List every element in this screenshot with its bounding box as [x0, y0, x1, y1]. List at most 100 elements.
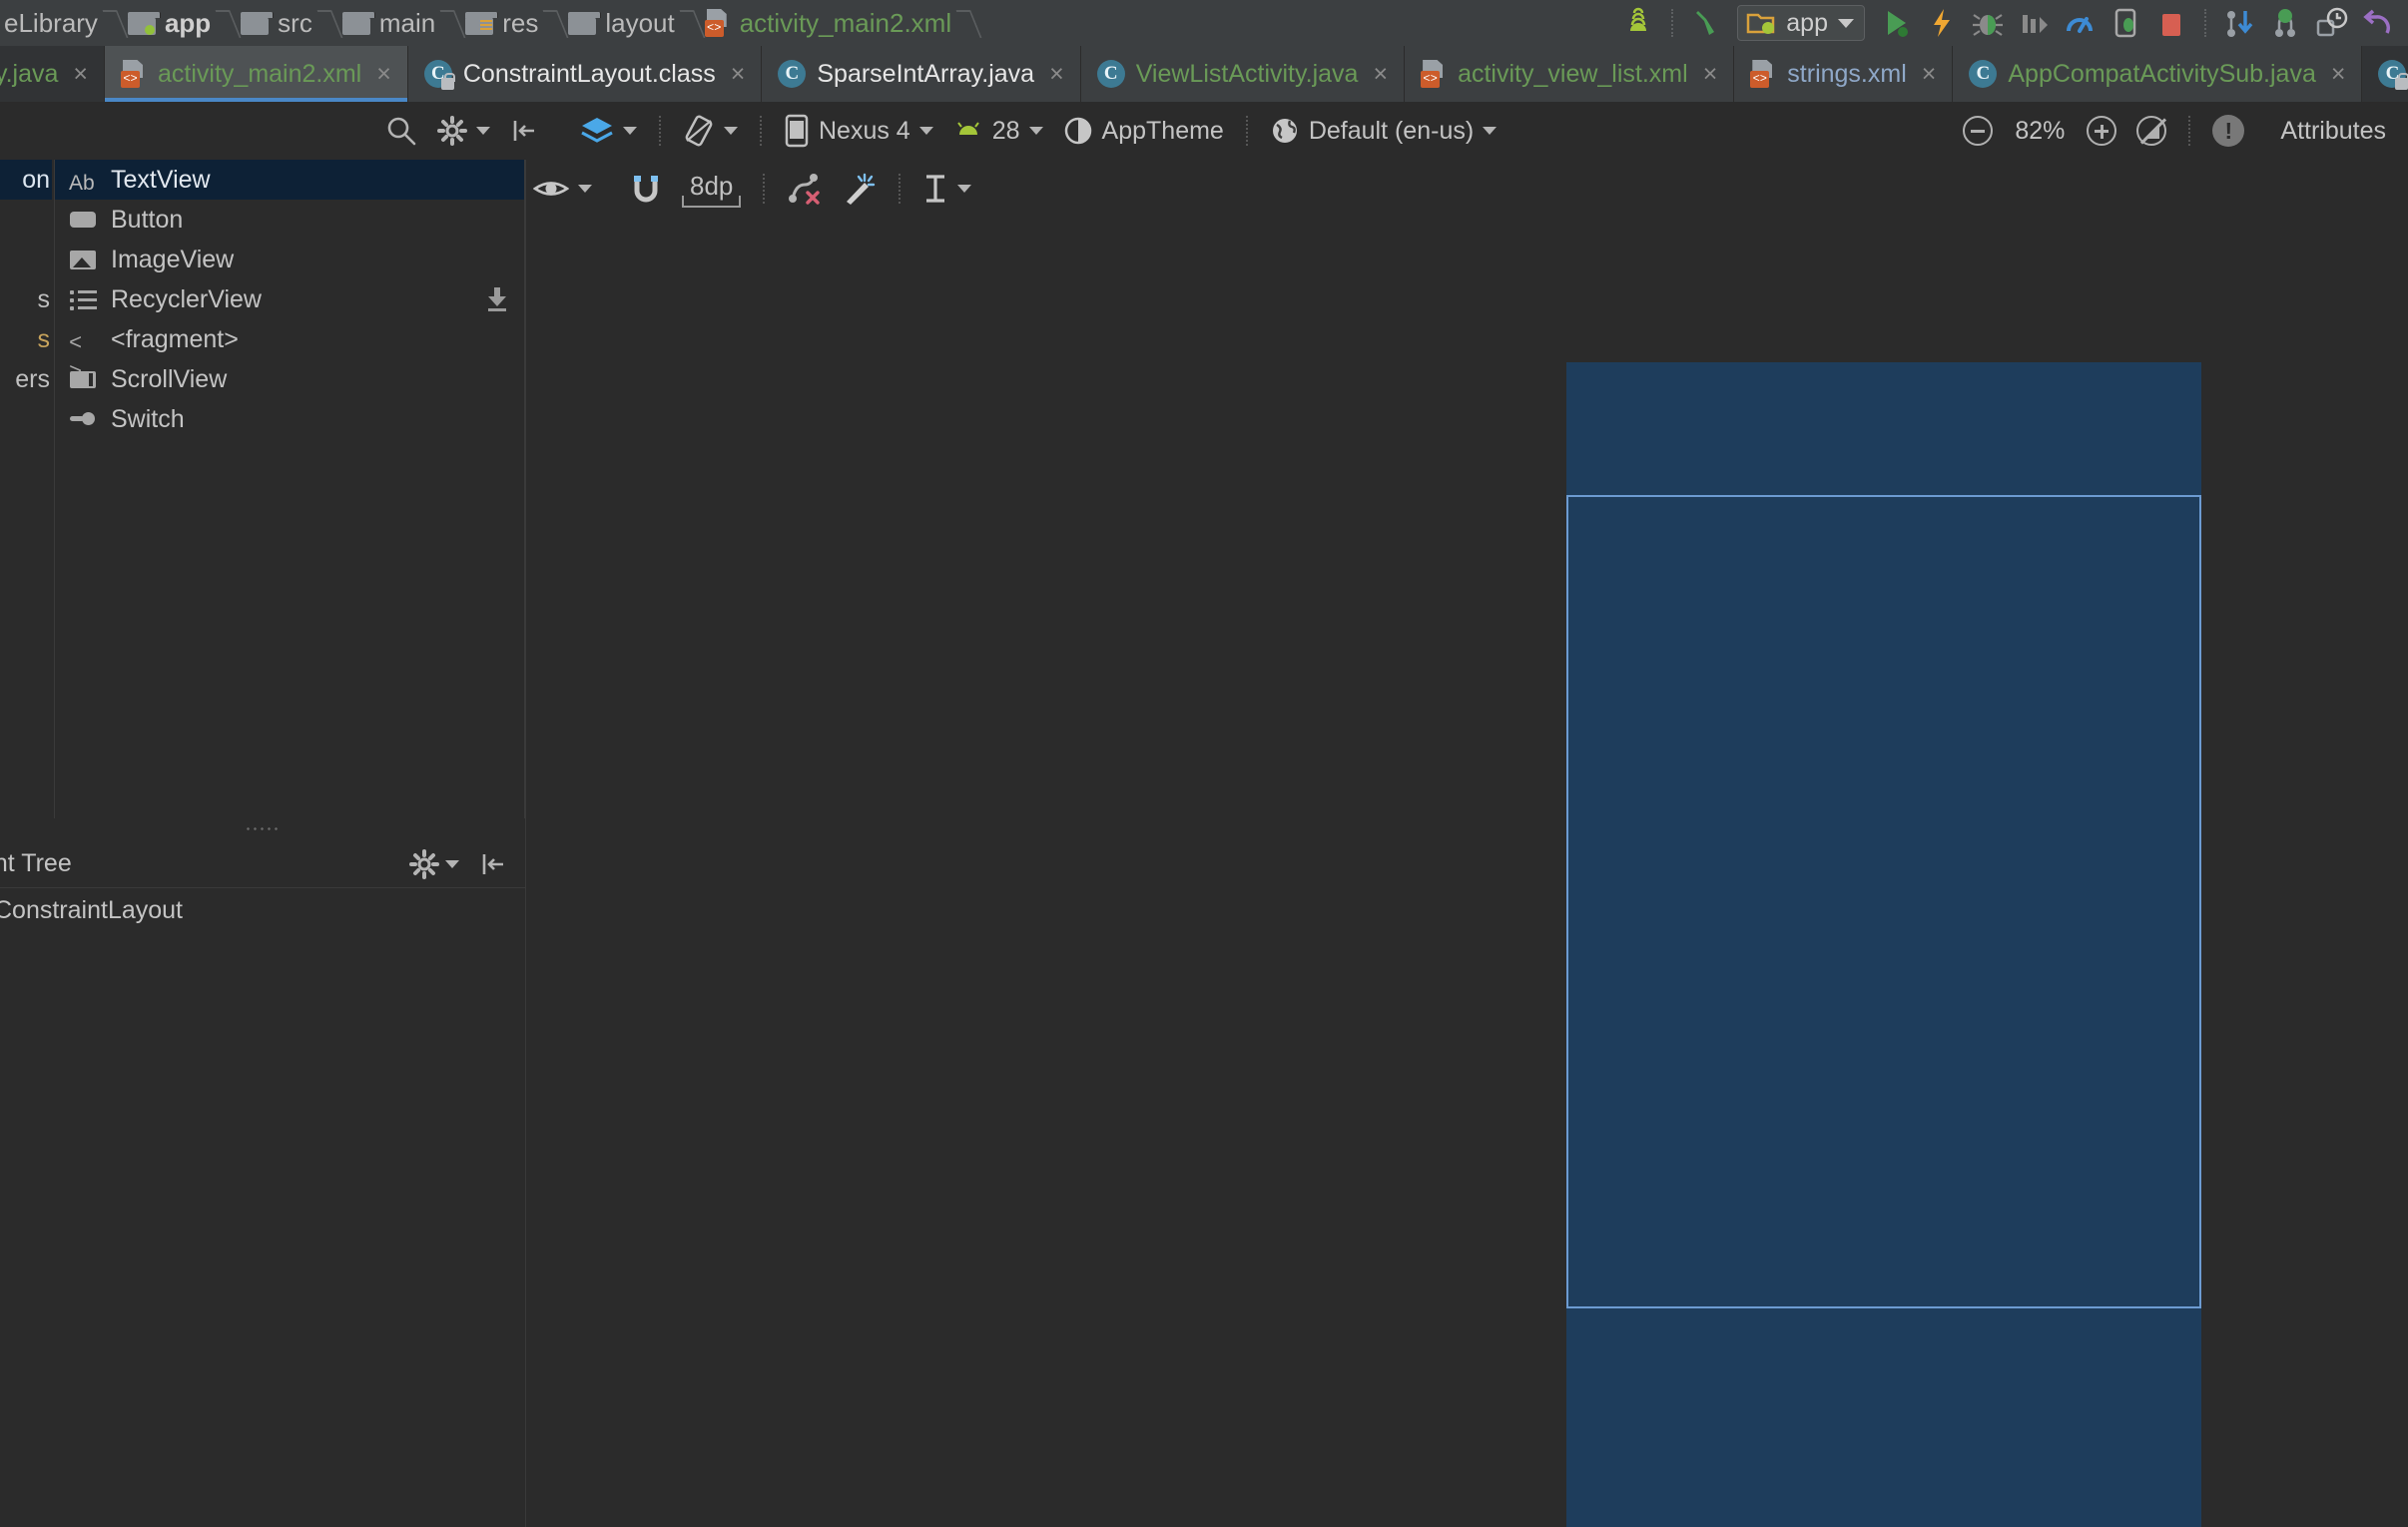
breadcrumb-item-res[interactable]: res [461, 0, 544, 46]
palette-category-row[interactable] [0, 200, 52, 240]
breadcrumb-item-app[interactable]: app [124, 0, 217, 46]
apply-changes-icon[interactable] [1919, 2, 1965, 44]
run-configuration-selector[interactable]: app [1737, 5, 1865, 41]
close-icon[interactable]: × [1049, 60, 1064, 89]
chevron-down-icon [1483, 127, 1498, 135]
close-icon[interactable]: × [376, 60, 391, 89]
editor-tab-constraintlayout-class[interactable]: C ConstraintLayout.class × [407, 46, 763, 102]
palette-category-row[interactable]: s [0, 319, 52, 359]
vcs-history-icon[interactable] [2308, 2, 2354, 44]
make-project-icon[interactable] [1683, 2, 1729, 44]
editor-tab-bar: ty.java × <> activity_main2.xml × C Cons… [0, 46, 2408, 102]
toolbar-divider [760, 116, 762, 146]
palette-item-scrollview[interactable]: ScrollView [55, 359, 524, 399]
breadcrumb-label: activity_main2.xml [739, 7, 952, 38]
breadcrumb-item-main[interactable]: main [338, 0, 441, 46]
close-icon[interactable]: × [1703, 60, 1718, 89]
breadcrumb-item-layout[interactable]: layout [564, 0, 680, 46]
close-icon[interactable]: × [1373, 60, 1388, 89]
api-level-label: 28 [991, 116, 1020, 145]
design-surface-mode-selector[interactable] [570, 102, 647, 160]
run-button[interactable] [1873, 2, 1919, 44]
autoconnect-button[interactable] [620, 160, 672, 218]
zoom-in-button[interactable] [2077, 102, 2126, 160]
infer-constraints-button[interactable] [833, 160, 887, 218]
view-options-button[interactable] [523, 160, 602, 218]
tab-label: SparseIntArray.java [817, 59, 1035, 88]
clear-constraints-button[interactable] [777, 160, 833, 218]
component-tree-node-label: ConstraintLayout [0, 895, 184, 924]
palette-gear-icon[interactable] [427, 102, 500, 160]
component-tree-node-constraintlayout[interactable]: ConstraintLayout [0, 888, 525, 932]
editor-tab-activity-view-list-xml[interactable]: <> activity_view_list.xml × [1405, 46, 1735, 102]
editor-tab-appcompat-truncated[interactable]: C AppCo [2362, 46, 2408, 102]
close-icon[interactable]: × [1922, 60, 1937, 89]
debug-button[interactable] [1965, 2, 2011, 44]
device-selector[interactable]: Nexus 4 [774, 102, 943, 160]
guidelines-button[interactable] [912, 160, 981, 218]
toolbar-divider [1245, 116, 1248, 146]
close-icon[interactable]: × [2331, 60, 2346, 89]
selected-component-outline[interactable] [1566, 495, 2201, 1308]
palette-item-button[interactable]: Button [55, 200, 524, 240]
editor-tab-sparseintarray-java[interactable]: C SparseIntArray.java × [762, 46, 1081, 102]
editor-tab-ty-java[interactable]: ty.java × [0, 46, 106, 102]
android-run-config-icon [1746, 9, 1776, 37]
panel-splitter[interactable] [0, 818, 525, 840]
zoom-out-button[interactable] [1953, 102, 2003, 160]
attributes-tab-label[interactable]: Attributes [2254, 117, 2408, 146]
palette-item-imageview[interactable]: ImageView [55, 240, 524, 279]
palette-item-fragment[interactable]: < > <fragment> [55, 319, 524, 385]
breadcrumb-item-src[interactable]: src [237, 0, 318, 46]
zoom-controls: 82% ! Attributes [1953, 102, 2408, 160]
palette-item-label: ScrollView [111, 364, 228, 393]
attach-debugger-icon[interactable] [2103, 2, 2148, 44]
api-level-selector[interactable]: 28 [943, 102, 1053, 160]
vcs-update-icon[interactable] [2216, 2, 2262, 44]
editor-tab-appcompatactivitysub-java[interactable]: C AppCompatActivitySub.java × [1953, 46, 2363, 102]
editor-tab-activity-main2-xml[interactable]: <> activity_main2.xml × [105, 46, 408, 102]
profiler-icon[interactable] [2057, 2, 2103, 44]
palette-category-row[interactable]: s [0, 279, 52, 319]
palette-category-common[interactable]: on [0, 160, 52, 200]
vcs-revert-icon[interactable] [2354, 2, 2400, 44]
palette-category-row[interactable]: ers [0, 359, 52, 399]
palette-item-textview[interactable]: Ab TextView [55, 160, 524, 200]
vcs-commit-icon[interactable] [2262, 2, 2308, 44]
device-label: Nexus 4 [819, 116, 910, 145]
warning-icon: ! [2212, 115, 2245, 147]
design-canvas[interactable] [526, 218, 2408, 1527]
breadcrumb-item-library[interactable]: eLibrary [0, 0, 104, 46]
tab-label: ty.java [0, 59, 59, 88]
gear-icon[interactable] [401, 848, 467, 879]
theme-selector[interactable]: AppTheme [1053, 102, 1234, 160]
sdk-manager-icon[interactable] [1615, 2, 1661, 44]
stop-button[interactable] [2148, 2, 2194, 44]
editor-tab-strings-xml[interactable]: <> strings.xml × [1734, 46, 1954, 102]
download-icon[interactable] [486, 287, 508, 311]
zoom-to-fit-button[interactable] [2126, 102, 2176, 160]
breadcrumb-separator [441, 0, 461, 46]
run-config-label: app [1786, 8, 1828, 37]
globe-icon [1272, 119, 1297, 143]
collapse-panel-icon[interactable] [500, 102, 548, 160]
close-icon[interactable]: × [731, 60, 746, 89]
search-icon[interactable] [375, 102, 427, 160]
close-icon[interactable]: × [73, 60, 88, 89]
toolbar-divider [899, 174, 902, 204]
magic-wand-icon [847, 173, 876, 205]
issues-badge[interactable]: ! [2202, 102, 2254, 160]
run-with-coverage-icon[interactable] [2011, 2, 2057, 44]
toolbar-divider [2204, 9, 2206, 37]
default-margin-selector[interactable]: 8dp [672, 160, 751, 218]
locale-selector[interactable]: Default (en-us) [1260, 102, 1506, 160]
palette-item-switch[interactable]: Switch [55, 399, 524, 439]
editor-tab-viewlistactivity-java[interactable]: C ViewListActivity.java × [1080, 46, 1406, 102]
orientation-selector[interactable] [673, 102, 748, 160]
toolbar-divider [2188, 116, 2191, 146]
palette-item-list: Ab TextView Button ImageView RecyclerVie… [54, 160, 525, 818]
palette-item-recyclerview[interactable]: RecyclerView [55, 279, 524, 319]
palette-category-row[interactable] [0, 240, 52, 279]
collapse-panel-icon[interactable] [471, 850, 515, 878]
breadcrumb-item-file[interactable]: <> activity_main2.xml [701, 0, 957, 46]
